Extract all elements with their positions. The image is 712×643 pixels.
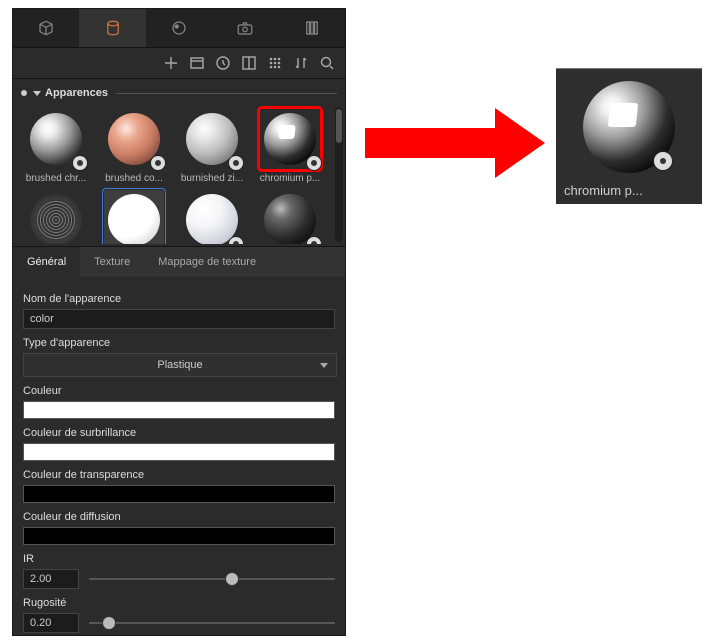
appearance-label: brushed co... <box>97 173 171 184</box>
category-tabs <box>13 9 345 48</box>
appearance-item[interactable]: chromium p... <box>253 109 327 184</box>
tab-general[interactable]: Général <box>13 247 80 277</box>
ir-slider[interactable] <box>89 570 335 588</box>
appearance-item[interactable]: burnished zi... <box>175 109 249 184</box>
tab-camera[interactable] <box>212 9 278 47</box>
diffusion-label: Couleur de diffusion <box>23 511 335 523</box>
ir-input[interactable] <box>23 569 79 589</box>
highlight-swatch[interactable] <box>23 443 335 461</box>
appearance-thumb[interactable] <box>104 190 164 244</box>
tab-texture[interactable]: Texture <box>80 247 144 277</box>
grid-icon[interactable] <box>267 55 283 71</box>
split-icon[interactable] <box>241 55 257 71</box>
appearance-thumb[interactable] <box>182 109 242 169</box>
alert-badge-icon <box>306 236 322 244</box>
sphere-preview <box>30 194 82 244</box>
bullet-icon <box>21 90 27 96</box>
color-label: Couleur <box>23 385 335 397</box>
appearance-thumb[interactable] <box>260 109 320 169</box>
appearance-thumb[interactable] <box>26 190 86 244</box>
appearance-item[interactable] <box>175 190 249 244</box>
arrow-icon <box>365 108 545 178</box>
history-icon[interactable] <box>215 55 231 71</box>
appearance-thumb[interactable] <box>182 190 242 244</box>
property-form: Nom de l'apparence Type d'apparence Plas… <box>13 277 345 636</box>
appearance-thumb[interactable] <box>260 190 320 244</box>
chevron-down-icon <box>33 91 41 96</box>
sphere-preview <box>264 194 316 244</box>
tab-environment[interactable] <box>146 9 212 47</box>
appearance-item[interactable]: brushed co... <box>97 109 171 184</box>
appearance-label: burnished zi... <box>175 173 249 184</box>
appearance-item[interactable]: brushed chr... <box>19 109 93 184</box>
appearance-panel: Apparences brushed chr... brushed co... bu… <box>12 8 346 636</box>
appearance-item[interactable] <box>253 190 327 244</box>
alert-badge-icon <box>306 155 322 171</box>
roughness-label: Rugosité <box>23 597 335 609</box>
tab-library[interactable] <box>279 9 345 47</box>
appearance-label: brushed chr... <box>19 173 93 184</box>
tab-appearance[interactable] <box>79 9 145 47</box>
tab-texture-mapping[interactable]: Mappage de texture <box>144 247 270 277</box>
callout-thumb <box>579 77 679 177</box>
transparency-swatch[interactable] <box>23 485 335 503</box>
appearance-grid: brushed chr... brushed co... burnished zi.… <box>13 103 333 244</box>
highlight-label: Couleur de surbrillance <box>23 427 335 439</box>
sort-icon[interactable] <box>293 55 309 71</box>
recent-icon[interactable] <box>189 55 205 71</box>
plus-icon[interactable] <box>163 55 179 71</box>
slider-knob[interactable] <box>225 572 239 586</box>
appearances-title: Apparences <box>45 87 108 99</box>
alert-badge-icon <box>72 155 88 171</box>
ir-label: IR <box>23 553 335 565</box>
type-select-value: Plastique <box>157 359 202 371</box>
appearance-toolbar <box>13 48 345 79</box>
callout-label: chromium p... <box>564 183 694 198</box>
appearance-callout: chromium p... <box>556 68 702 204</box>
appearance-item[interactable] <box>19 190 93 244</box>
alert-badge-icon <box>653 151 673 171</box>
search-icon[interactable] <box>319 55 335 71</box>
diffusion-swatch[interactable] <box>23 527 335 545</box>
sphere-preview <box>186 194 238 244</box>
slider-knob[interactable] <box>102 616 116 630</box>
appearance-label: chromium p... <box>253 173 327 184</box>
roughness-input[interactable] <box>23 613 79 633</box>
color-swatch[interactable] <box>23 401 335 419</box>
scrollbar-thumb[interactable] <box>336 109 342 143</box>
appearance-thumb[interactable] <box>104 109 164 169</box>
appearances-header[interactable]: Apparences <box>13 79 345 103</box>
appearance-label: color <box>97 240 171 244</box>
alert-badge-icon <box>228 155 244 171</box>
appearance-item[interactable]: color <box>97 190 171 244</box>
name-input[interactable] <box>23 309 335 329</box>
type-select[interactable]: Plastique <box>23 353 337 377</box>
alert-badge-icon <box>228 236 244 244</box>
type-label: Type d'apparence <box>23 337 335 349</box>
roughness-slider[interactable] <box>89 614 335 632</box>
tab-cube[interactable] <box>13 9 79 47</box>
name-label: Nom de l'apparence <box>23 293 335 305</box>
appearance-thumb[interactable] <box>26 109 86 169</box>
transparency-label: Couleur de transparence <box>23 469 335 481</box>
alert-badge-icon <box>150 155 166 171</box>
grid-scrollbar[interactable] <box>335 107 343 242</box>
sphere-preview <box>108 194 160 244</box>
property-tabs: Général Texture Mappage de texture <box>13 246 345 277</box>
chevron-down-icon <box>320 363 328 368</box>
